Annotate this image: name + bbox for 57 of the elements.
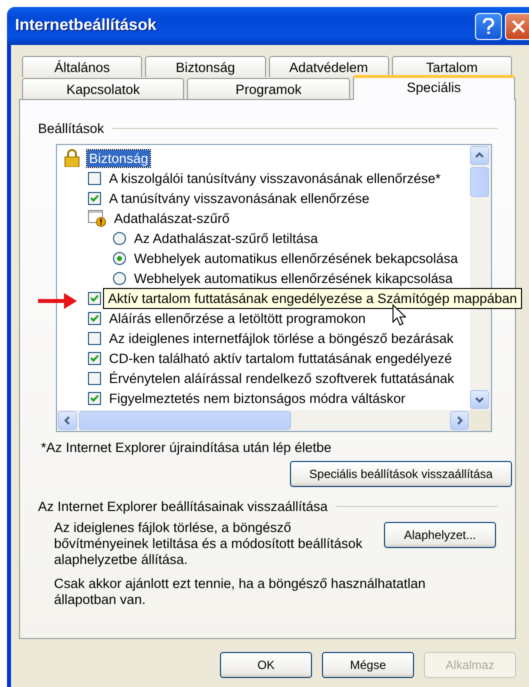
tab[interactable]: Általános	[22, 56, 142, 77]
setting-label: CD-ken található aktív tartalom futtatásának engedélyezé	[108, 350, 453, 366]
reset-warning: Csak akkor ajánlott ezt tennie, ha a böngésző használhatatlan állapotban van.	[54, 576, 426, 608]
setting-label: Aláírás ellenőrzése a letöltött programokon	[108, 310, 367, 326]
setting-label: Az ideiglenes internetfájlok törlése a böngésző bezárásak	[108, 330, 454, 346]
group-title: Az Internet Explorer beállításainak visszaállítása	[38, 499, 328, 514]
tab[interactable]: Tartalom	[392, 56, 512, 77]
radio-label: Az Adathalászat-szűrő letiltása	[133, 230, 319, 246]
scroll-thumb[interactable]	[470, 167, 489, 197]
close-button[interactable]	[505, 12, 529, 40]
dialog-button[interactable]: Mégse	[322, 652, 414, 678]
lock-icon	[63, 149, 81, 167]
setting-label: Érvénytelen aláírással rendelkező szoftverek futtatásának	[108, 370, 456, 386]
horizontal-scrollbar[interactable]	[57, 410, 470, 431]
reset-description: Az ideiglenes fájlok törlése, a böngésző bővítményeinek letiltása és a módosított beállítások alaphelyzetbe állítása.	[54, 520, 364, 568]
checkbox[interactable]	[88, 172, 101, 184]
radio-label: Webhelyek automatikus ellenőrzésének bekapcsolása	[133, 250, 459, 266]
checkbox[interactable]	[88, 292, 101, 304]
setting-label: A tanúsítvány visszavonásának ellenőrzése	[108, 190, 370, 206]
group-label[interactable]: Biztonság	[87, 150, 150, 166]
help-icon	[482, 18, 495, 34]
tab[interactable]: Kapcsolatok	[22, 78, 184, 99]
checkbox[interactable]	[88, 192, 101, 204]
tooltip: Aktív tartalom futtatásának engedélyezése a Számítógép mappában	[103, 288, 522, 308]
checkbox[interactable]	[88, 332, 101, 344]
group-label[interactable]: Adathalászat-szűrő	[112, 210, 232, 226]
help-button[interactable]	[475, 12, 502, 40]
setting-label: A kiszolgálói tanúsítvány visszavonásának ellenőrzése*	[108, 170, 442, 186]
scroll-up-button[interactable]	[470, 146, 489, 165]
arrow-icon	[38, 292, 78, 310]
scroll-right-button[interactable]	[450, 411, 469, 430]
reset-button[interactable]: Alaphelyzet...	[384, 522, 496, 548]
radio-button[interactable]	[113, 252, 126, 264]
tab[interactable]: Adatvédelem	[268, 56, 389, 77]
tab[interactable]: Biztonság	[145, 56, 266, 77]
checkbox[interactable]	[88, 392, 101, 404]
tab[interactable]: Speciális	[352, 75, 515, 100]
scroll-down-button[interactable]	[470, 390, 489, 409]
dialog-button[interactable]: OK	[220, 652, 312, 678]
restore-advanced-button[interactable]: Speciális beállítások visszaállítása	[290, 461, 512, 487]
group-title: Beállítások	[38, 121, 104, 136]
warning-window-icon	[88, 210, 106, 226]
restart-note: *Az Internet Explorer újraindítása után lép életbe	[41, 440, 332, 455]
setting-label: Figyelmeztetés nem biztonságos módra váltáskor	[108, 390, 406, 406]
tab[interactable]: Programok	[187, 78, 350, 99]
checkbox[interactable]	[88, 312, 101, 324]
cursor-icon	[392, 304, 406, 326]
checkbox[interactable]	[88, 352, 101, 364]
radio-button[interactable]	[113, 232, 126, 244]
scroll-left-button[interactable]	[58, 411, 77, 430]
scroll-thumb[interactable]	[79, 411, 291, 430]
radio-button[interactable]	[113, 272, 126, 284]
radio-label: Webhelyek automatikus ellenőrzésének kikapcsolása	[133, 270, 454, 286]
window-title: Internetbeállítások	[15, 17, 158, 35]
checkbox[interactable]	[88, 372, 101, 384]
scrollbar-corner	[470, 410, 491, 431]
close-icon	[511, 18, 526, 34]
